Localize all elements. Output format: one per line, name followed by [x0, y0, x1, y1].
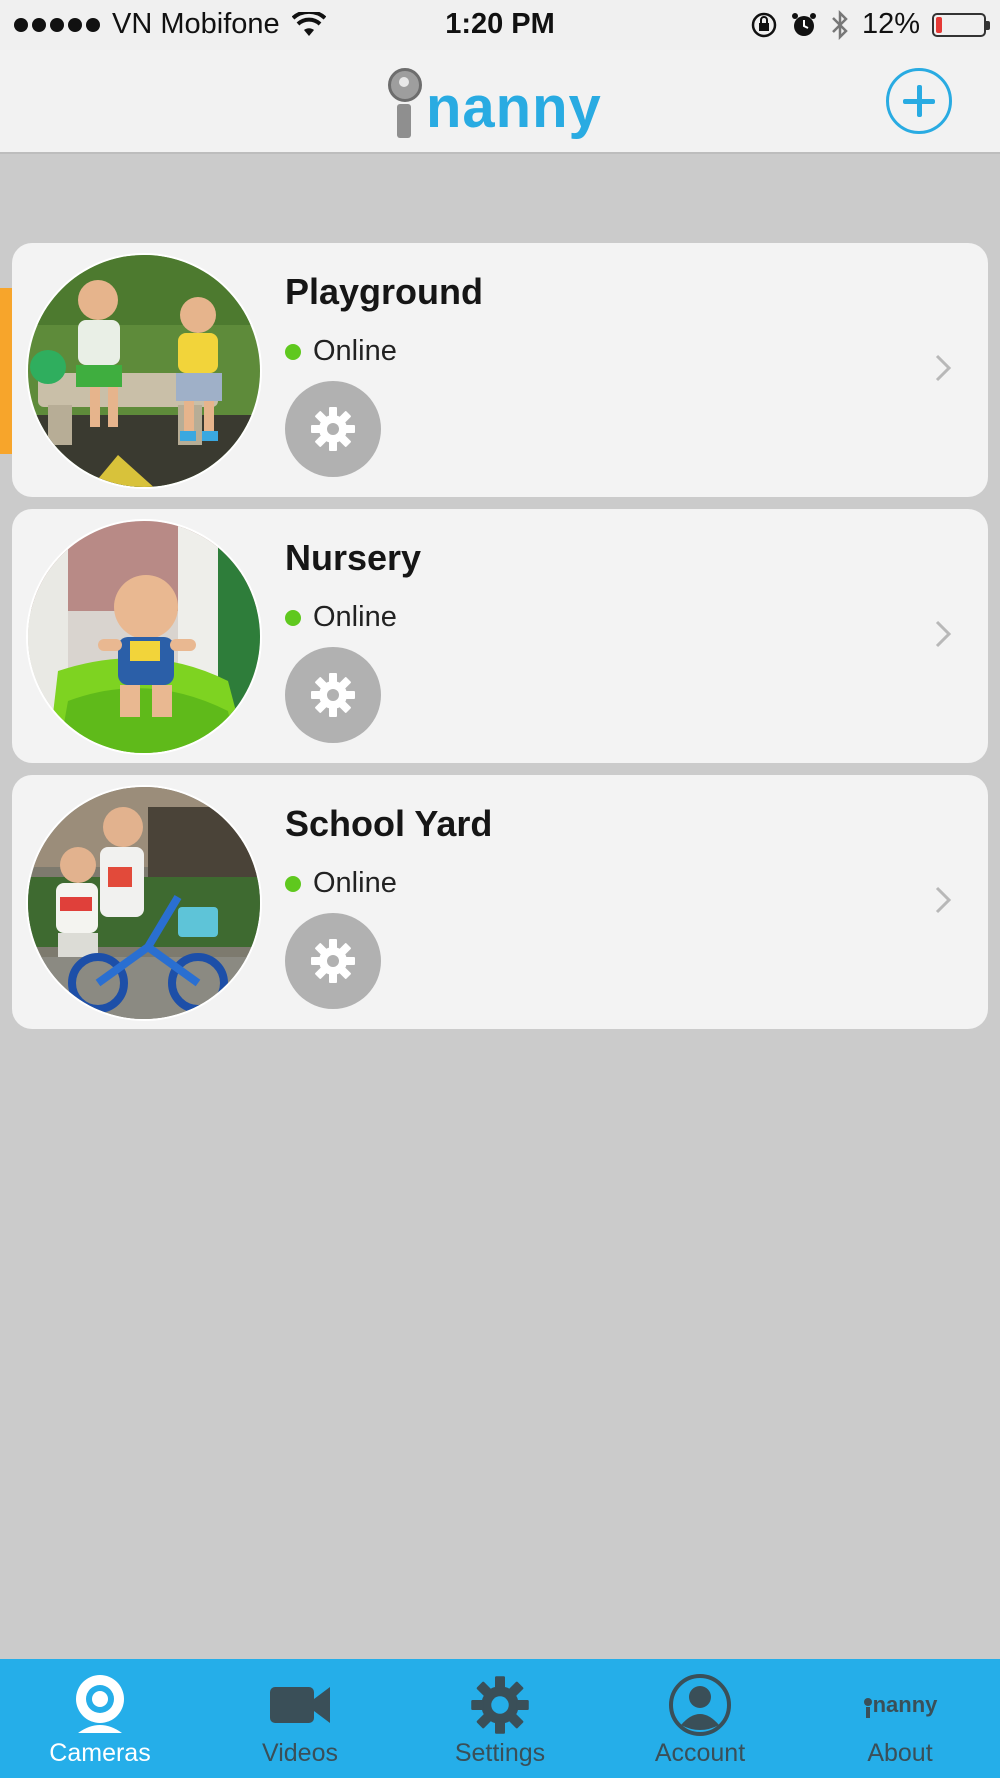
camera-thumbnail: [26, 519, 262, 755]
video-camera-icon: [270, 1687, 330, 1723]
camera-settings-button[interactable]: [285, 381, 381, 477]
online-indicator-icon: [285, 343, 301, 360]
camera-status-text: Online: [313, 867, 397, 899]
camera-status-text: Online: [313, 601, 397, 633]
tab-label: Account: [654, 1739, 746, 1767]
camera-status: Online: [285, 601, 397, 634]
tab-videos[interactable]: Videos: [200, 1659, 400, 1778]
camera-card-nursery[interactable]: Nursery Online: [12, 509, 988, 763]
about-logo-text: nanny: [872, 1692, 938, 1717]
chevron-right-icon: [935, 886, 952, 914]
selection-indicator: [0, 288, 12, 454]
chevron-right-icon: [935, 354, 952, 382]
camera-name: School Yard: [285, 803, 493, 844]
battery-percent: 12%: [861, 8, 920, 40]
camera-card-playground[interactable]: Playground Online: [12, 243, 988, 497]
chevron-right-icon: [935, 620, 952, 648]
app-header: nanny: [0, 50, 1000, 154]
online-indicator-icon: [285, 609, 301, 626]
logo-camera-icon: [388, 68, 424, 138]
gear-icon: [311, 673, 355, 717]
tab-cameras[interactable]: Cameras: [0, 1659, 200, 1778]
battery-icon: [932, 12, 990, 37]
online-indicator-icon: [285, 875, 301, 892]
camera-thumbnail: [26, 253, 262, 489]
tab-label: Cameras: [49, 1739, 151, 1767]
camera-card-school-yard[interactable]: School Yard Online: [12, 775, 988, 1029]
camera-status: Online: [285, 335, 397, 368]
inanny-logo: nanny: [388, 68, 602, 138]
gear-icon: [311, 939, 355, 983]
tab-settings[interactable]: Settings: [400, 1659, 600, 1778]
camera-thumbnail: [26, 785, 262, 1021]
status-bar: VN Mobifone 1:20 PM 12%: [0, 0, 1000, 50]
camera-settings-button[interactable]: [285, 913, 381, 1009]
gear-icon: [471, 1676, 529, 1734]
add-camera-button[interactable]: [886, 68, 952, 134]
bluetooth-icon: [832, 9, 848, 40]
battery-level: [936, 16, 942, 33]
user-icon: [669, 1674, 731, 1736]
gear-icon: [311, 407, 355, 451]
camera-status: Online: [285, 867, 397, 900]
camera-status-text: Online: [313, 335, 397, 367]
tab-label: About: [867, 1739, 933, 1767]
inanny-logo-icon: nanny: [863, 1692, 938, 1718]
tab-about[interactable]: nanny About: [800, 1659, 1000, 1778]
tab-account[interactable]: Account: [600, 1659, 800, 1778]
tab-bar: Cameras Videos Settings Account nanny Ab…: [0, 1659, 1000, 1778]
camera-name: Playground: [285, 271, 484, 312]
camera-settings-button[interactable]: [285, 647, 381, 743]
alarm-icon: [791, 12, 816, 36]
camera-name: Nursery: [285, 537, 422, 578]
tab-label: Videos: [262, 1739, 338, 1767]
logo-text: nanny: [426, 75, 602, 140]
tab-label: Settings: [454, 1739, 546, 1767]
rotation-lock-icon: [751, 12, 777, 37]
webcam-icon: [76, 1675, 124, 1733]
